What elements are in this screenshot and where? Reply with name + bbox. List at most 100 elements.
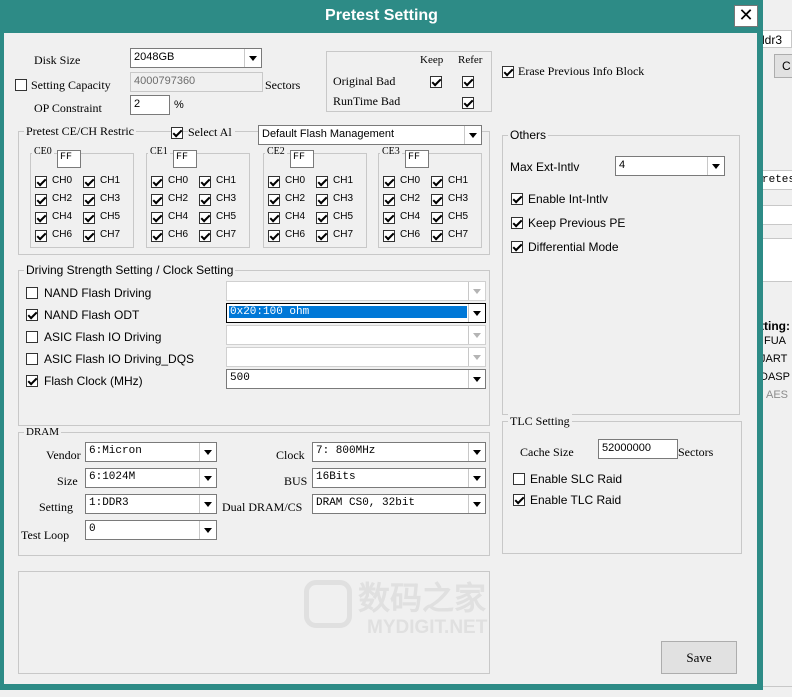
clock-value: 7: 800MHz	[316, 445, 376, 457]
channel-checkbox[interactable]	[35, 176, 47, 188]
pretest-setting-dialog: Pretest Setting ✕ Disk Size 2048GB Setti…	[0, 0, 763, 690]
channel-checkbox[interactable]	[268, 194, 280, 206]
cache-size-field[interactable]: 52000000	[598, 439, 678, 459]
dual-dram-label: Dual DRAM/CS	[222, 500, 303, 514]
enable-slc-raid-checkbox[interactable]	[513, 473, 525, 485]
enable-tlc-raid-checkbox[interactable]	[513, 494, 525, 506]
channel-checkbox[interactable]	[431, 230, 443, 242]
differential-mode-checkbox[interactable]	[511, 241, 523, 253]
clock-select[interactable]: 7: 800MHz	[312, 442, 486, 462]
channel-checkbox[interactable]	[151, 194, 163, 206]
channel-label: CH4	[400, 211, 421, 222]
title-bar[interactable]: Pretest Setting ✕	[0, 0, 763, 32]
channel-checkbox[interactable]	[151, 230, 163, 242]
flash-clock-select[interactable]: 500	[226, 369, 486, 389]
chevron-down-icon	[468, 304, 485, 322]
asic-flash-io-driving-checkbox[interactable]	[26, 331, 38, 343]
asic-flash-io-driving-dqs-select[interactable]	[226, 347, 486, 367]
channel-checkbox[interactable]	[316, 212, 328, 224]
chevron-down-icon	[199, 521, 216, 539]
asic-flash-io-driving-select[interactable]	[226, 325, 486, 345]
channel-checkbox[interactable]	[199, 176, 211, 188]
enable-int-intlv-label: Enable Int-Intlv	[528, 192, 609, 206]
window-title: Pretest Setting	[325, 7, 438, 24]
flash-clock-checkbox[interactable]	[26, 375, 38, 387]
channel-label: CH7	[333, 229, 354, 240]
channel-checkbox[interactable]	[35, 212, 47, 224]
ce-mask-field[interactable]: FF	[290, 150, 314, 168]
bus-select[interactable]: 16Bits	[312, 468, 486, 488]
channel-checkbox[interactable]	[268, 212, 280, 224]
enable-int-intlv-checkbox[interactable]	[511, 193, 523, 205]
ce-mask-field[interactable]: FF	[405, 150, 429, 168]
original-bad-refer-checkbox[interactable]	[462, 76, 474, 88]
channel-checkbox[interactable]	[35, 194, 47, 206]
channel-checkbox[interactable]	[199, 212, 211, 224]
nand-flash-driving-checkbox[interactable]	[26, 287, 38, 299]
ce-mask-field[interactable]: FF	[57, 150, 81, 168]
clock-label: Clock	[276, 448, 305, 462]
size-select[interactable]: 6:1024M	[85, 468, 217, 488]
asic-flash-io-driving-dqs-checkbox[interactable]	[26, 353, 38, 365]
chevron-down-icon	[707, 157, 724, 175]
channel-checkbox[interactable]	[199, 194, 211, 206]
runtime-bad-refer-checkbox[interactable]	[462, 97, 474, 109]
channel-checkbox[interactable]	[316, 194, 328, 206]
channel-checkbox[interactable]	[268, 230, 280, 242]
bg-text-setting: tting:	[760, 319, 790, 333]
test-loop-select[interactable]: 0	[85, 520, 217, 540]
watermark-logo-icon	[304, 580, 352, 628]
ce-mask-field[interactable]: FF	[173, 150, 197, 168]
channel-checkbox[interactable]	[83, 212, 95, 224]
channel-checkbox[interactable]	[151, 176, 163, 188]
setting-select[interactable]: 1:DDR3	[85, 494, 217, 514]
select-all-checkbox[interactable]	[171, 127, 183, 139]
op-constraint-field[interactable]: 2	[130, 95, 170, 115]
flash-management-select[interactable]: Default Flash Management	[258, 125, 482, 145]
close-button[interactable]: ✕	[734, 5, 758, 27]
nand-flash-odt-select[interactable]: 0x20:100 ohm	[226, 303, 486, 323]
cache-sectors-label: Sectors	[678, 445, 714, 459]
save-button[interactable]: Save	[661, 641, 737, 674]
channel-checkbox[interactable]	[383, 194, 395, 206]
channel-checkbox[interactable]	[431, 176, 443, 188]
nand-flash-odt-checkbox[interactable]	[26, 309, 38, 321]
setting-capacity-checkbox[interactable]	[15, 79, 27, 91]
setting-capacity-field[interactable]: 4000797360	[130, 72, 263, 92]
channel-checkbox[interactable]	[268, 176, 280, 188]
erase-previous-checkbox[interactable]	[502, 66, 514, 78]
flash-clock-value: 500	[230, 372, 250, 384]
channel-label: CH6	[168, 229, 189, 240]
max-ext-intlv-select[interactable]: 4	[615, 156, 725, 176]
nand-flash-driving-select[interactable]	[226, 281, 486, 301]
op-constraint-label: OP Constraint	[34, 101, 102, 115]
channel-checkbox[interactable]	[431, 212, 443, 224]
dual-dram-select[interactable]: DRAM CS0, 32bit	[312, 494, 486, 514]
others-legend: Others	[508, 128, 549, 142]
channel-label: CH2	[168, 193, 189, 204]
others-group	[502, 135, 740, 415]
test-loop-value: 0	[89, 523, 96, 535]
bg-text-fua: FUA	[764, 335, 786, 347]
channel-checkbox[interactable]	[316, 176, 328, 188]
vendor-select[interactable]: 6:Micron	[85, 442, 217, 462]
size-label: Size	[57, 474, 78, 488]
channel-checkbox[interactable]	[383, 230, 395, 242]
channel-checkbox[interactable]	[83, 194, 95, 206]
channel-checkbox[interactable]	[83, 176, 95, 188]
channel-checkbox[interactable]	[383, 176, 395, 188]
channel-checkbox[interactable]	[431, 194, 443, 206]
nand-flash-odt-label: NAND Flash ODT	[44, 308, 140, 322]
tlc-setting-legend: TLC Setting	[508, 414, 572, 429]
channel-checkbox[interactable]	[151, 212, 163, 224]
channel-checkbox[interactable]	[316, 230, 328, 242]
channel-checkbox[interactable]	[83, 230, 95, 242]
disk-size-select[interactable]: 2048GB	[130, 48, 262, 68]
disk-size-label: Disk Size	[34, 53, 81, 67]
chevron-down-icon	[199, 495, 216, 513]
channel-checkbox[interactable]	[35, 230, 47, 242]
keep-previous-pe-checkbox[interactable]	[511, 217, 523, 229]
original-bad-keep-checkbox[interactable]	[430, 76, 442, 88]
channel-checkbox[interactable]	[383, 212, 395, 224]
channel-checkbox[interactable]	[199, 230, 211, 242]
